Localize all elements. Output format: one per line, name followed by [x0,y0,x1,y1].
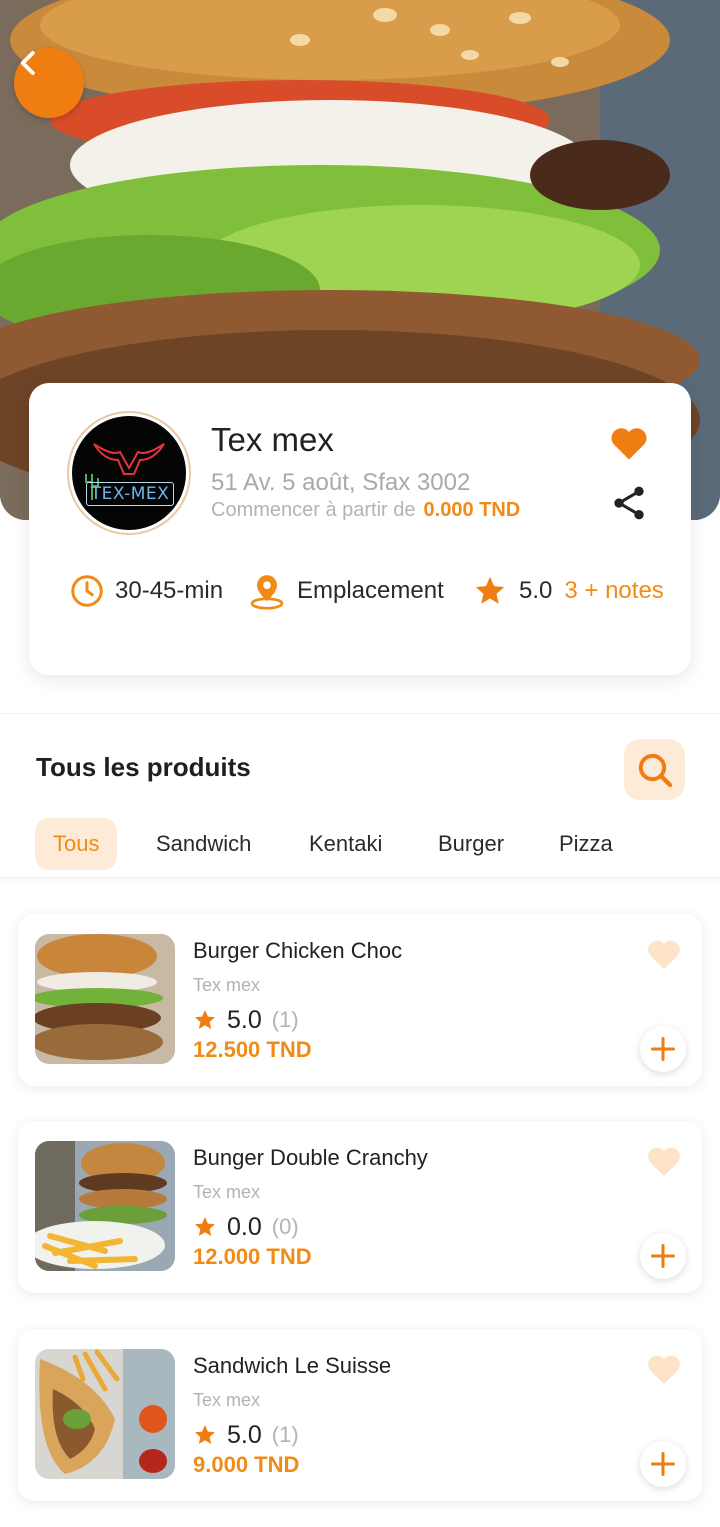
favorite-button[interactable] [607,421,651,465]
product-card[interactable]: Burger Chicken Choc Tex mex 5.0 (1) 12.5… [18,914,702,1086]
rating-value: 5.0 [519,577,553,604]
clock-icon [71,575,103,607]
product-rating: 5.0 (1) [193,1419,299,1451]
restaurant-meta-row: 30-45-min Emplacement 5.0 3 + notes [69,571,679,611]
tab-sandwich[interactable]: Sandwich [138,818,269,870]
product-rating: 0.0 (0) [193,1211,299,1243]
heart-icon [648,1355,680,1384]
restaurant-name: Tex mex [211,421,334,458]
product-rating-count: (1) [271,1007,299,1032]
product-shop: Tex mex [193,975,261,995]
add-to-cart-button[interactable] [640,1441,686,1487]
start-price-label: Commencer à partir de [211,499,416,521]
product-name: Sandwich Le Suisse [193,1353,392,1378]
product-rating-value: 0.0 [227,1212,262,1241]
product-price: 9.000 TND [193,1452,300,1477]
star-icon [475,576,505,604]
share-button[interactable] [609,483,649,523]
product-image [35,1349,175,1479]
delivery-time-text: 30-45-min [115,577,224,604]
heart-filled-icon [611,428,647,460]
products-title: Tous les produits [36,752,251,782]
tab-pizza[interactable]: Pizza [541,818,631,870]
plus-icon [650,1036,676,1062]
longhorn-icon [85,443,165,500]
location-link[interactable]: Emplacement [247,571,444,611]
chevron-left-icon [20,51,35,75]
restaurant-address: 51 Av. 5 août, Sfax 3002 [211,469,471,496]
location-pin-icon [250,575,284,610]
product-price: 12.500 TND [193,1037,312,1062]
star-icon [195,1010,215,1029]
product-rating-count: (0) [271,1214,299,1239]
product-name: Bunger Double Cranchy [193,1145,428,1170]
product-image [35,934,175,1064]
notes-link[interactable]: 3 + notes [564,577,663,605]
restaurant-logo: TEX-MEX [67,411,191,535]
product-rating: 5.0 (1) [193,1004,299,1036]
star-icon [195,1217,215,1236]
category-tabs: Tous Sandwich Kentaki Burger Pizza [0,818,720,878]
product-image [35,1141,175,1271]
star-icon [195,1425,215,1444]
tab-burger[interactable]: Burger [420,818,522,870]
product-card[interactable]: Sandwich Le Suisse Tex mex 5.0 (1) 9.000… [18,1329,702,1501]
logo-text: TEX-MEX [86,482,174,506]
product-shop: Tex mex [193,1390,261,1410]
delivery-time: 30-45-min [69,571,223,611]
rating-summary: 5.0 3 + notes [473,571,664,611]
product-card[interactable]: Bunger Double Cranchy Tex mex 0.0 (0) 12… [18,1121,702,1293]
product-price: 12.000 TND [193,1244,312,1269]
heart-icon [648,1147,680,1176]
product-rating-count: (1) [271,1422,299,1447]
product-shop: Tex mex [193,1182,261,1202]
restaurant-info-card: TEX-MEX Tex mex 51 Av. 5 août, Sfax 3002… [29,383,691,675]
start-price-row: Commencer à partir de 0.000 TND [211,499,520,522]
search-icon [638,753,672,787]
share-icon [614,486,644,520]
plus-icon [650,1243,676,1269]
start-price-value: 0.000 TND [423,499,521,521]
location-label: Emplacement [297,577,444,604]
product-favorite-button[interactable] [643,1349,685,1389]
product-favorite-button[interactable] [643,1141,685,1181]
section-divider [0,713,720,714]
product-favorite-button[interactable] [643,934,685,974]
back-button[interactable] [14,48,84,118]
product-name: Burger Chicken Choc [193,938,403,963]
tab-tous[interactable]: Tous [35,818,118,870]
add-to-cart-button[interactable] [640,1233,686,1279]
tab-kentaki[interactable]: Kentaki [291,818,400,870]
product-rating-value: 5.0 [227,1005,262,1034]
add-to-cart-button[interactable] [640,1026,686,1072]
heart-icon [648,940,680,969]
product-rating-value: 5.0 [227,1420,262,1449]
search-button[interactable] [624,739,685,800]
plus-icon [650,1451,676,1477]
